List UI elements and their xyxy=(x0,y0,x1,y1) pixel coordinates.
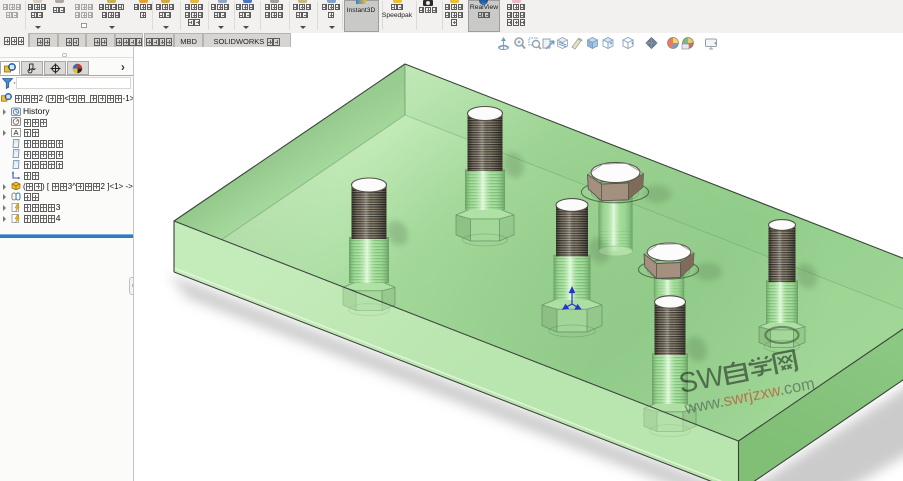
svg-text:A: A xyxy=(13,128,18,137)
